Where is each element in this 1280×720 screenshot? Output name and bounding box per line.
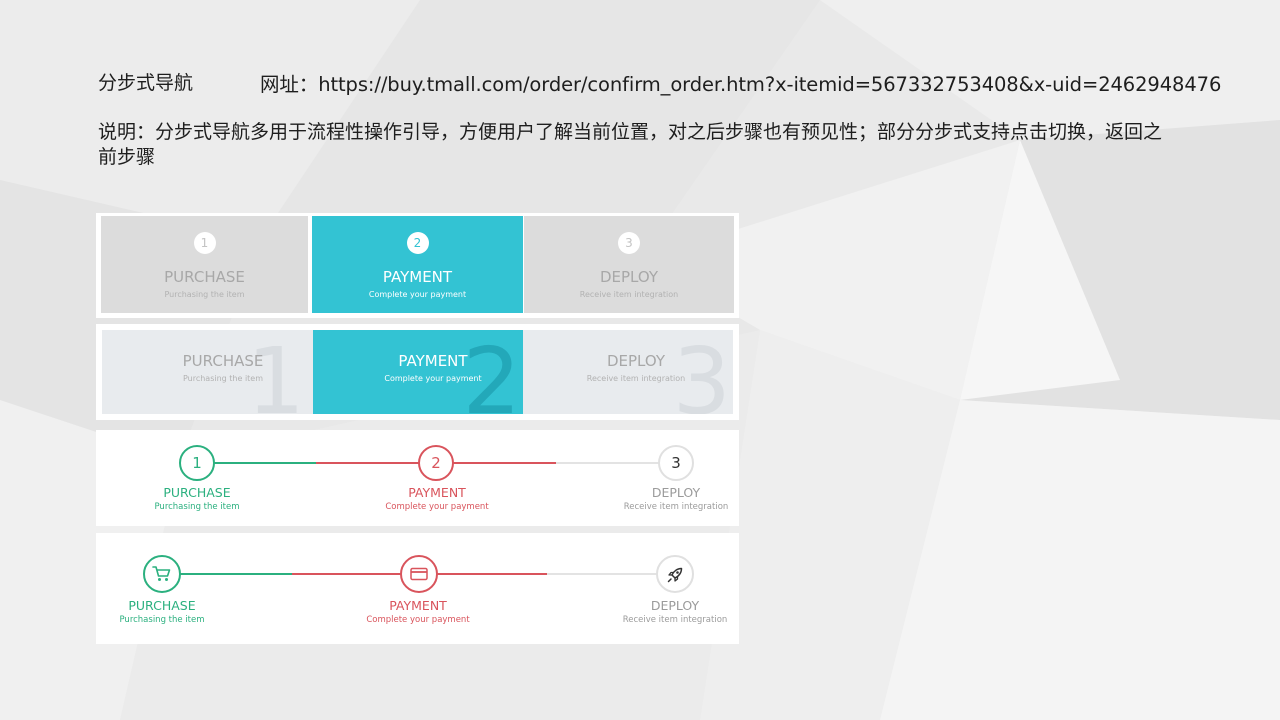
page-title: 分步式导航 (98, 72, 194, 94)
step-title: DEPLOY (599, 268, 659, 286)
stepper-2-step-deploy[interactable]: 3 DEPLOY Receive item integration (523, 330, 733, 414)
step-subtitle-purchase: Purchasing the item (154, 502, 240, 512)
step-title-deploy: DEPLOY (650, 598, 700, 613)
step-title: PAYMENT (382, 268, 453, 286)
rocket-icon-glyph (667, 567, 683, 583)
stepper-1-step-payment[interactable]: 2 PAYMENT Complete your payment (312, 216, 523, 313)
step-subtitle: Complete your payment (384, 374, 482, 383)
stepper-1-step-deploy[interactable]: 3 DEPLOY Receive item integration (524, 216, 734, 313)
step-title: DEPLOY (606, 352, 666, 370)
step-title-purchase: PURCHASE (128, 598, 196, 613)
step-subtitle-purchase: Purchasing the item (119, 615, 205, 625)
credit-card-icon[interactable] (400, 555, 438, 593)
progress-line-complete (214, 462, 316, 464)
step-subtitle-payment: Complete your payment (385, 502, 489, 512)
step-subtitle: Receive item integration (586, 374, 686, 383)
stepper-style-3: 1 2 3 PURCHASE Purchasing the item PAYME… (96, 430, 739, 526)
step-title-payment: PAYMENT (408, 485, 466, 500)
step-subtitle: Purchasing the item (182, 374, 264, 383)
step-subtitle: Purchasing the item (164, 290, 245, 299)
step-subtitle-deploy: Receive item integration (623, 502, 729, 512)
step-title-payment: PAYMENT (389, 598, 447, 613)
cart-icon[interactable] (143, 555, 181, 593)
step-title: PURCHASE (164, 268, 245, 286)
step-title-deploy: DEPLOY (651, 485, 701, 500)
step-number-circle: 3 (618, 232, 640, 254)
step-title: PURCHASE (182, 352, 264, 370)
page-description: 说明：分步式导航多用于流程性操作引导，方便用户了解当前位置，对之后步骤也有预见性… (98, 121, 1163, 168)
step-number-circle: 1 (193, 232, 216, 254)
step-subtitle: Receive item integration (579, 290, 679, 299)
cart-icon-glyph (152, 566, 171, 581)
step-circle-payment[interactable]: 2 (418, 445, 454, 481)
step-title-purchase: PURCHASE (163, 485, 231, 500)
step-circle-deploy[interactable]: 3 (658, 445, 694, 481)
progress-line-complete (180, 573, 292, 575)
step-subtitle: Complete your payment (368, 290, 467, 299)
step-circle-purchase[interactable]: 1 (179, 445, 215, 481)
progress-line-pending (547, 573, 657, 575)
page-url: 网址：https://buy.tmall.com/order/confirm_o… (260, 73, 1222, 96)
step-number-circle: 2 (406, 232, 429, 254)
step-title: PAYMENT (398, 352, 468, 370)
stepper-1-step-purchase[interactable]: 1 PURCHASE Purchasing the item (101, 216, 308, 313)
step-subtitle-payment: Complete your payment (366, 615, 470, 625)
stepper-style-2: 1 PURCHASE Purchasing the item 2 PAYMENT… (96, 324, 739, 420)
step-subtitle-deploy: Receive item integration (622, 615, 728, 625)
credit-card-icon-glyph (410, 567, 428, 581)
stepper-style-4: PURCHASE Purchasing the item PAYMENT Com… (96, 533, 739, 644)
stepper-style-1: 1 PURCHASE Purchasing the item 2 PAYMENT… (96, 213, 739, 318)
rocket-icon[interactable] (656, 555, 694, 593)
stepper-2-step-purchase[interactable]: 1 PURCHASE Purchasing the item (102, 330, 313, 414)
stepper-2-step-payment[interactable]: 2 PAYMENT Complete your payment (313, 330, 523, 414)
